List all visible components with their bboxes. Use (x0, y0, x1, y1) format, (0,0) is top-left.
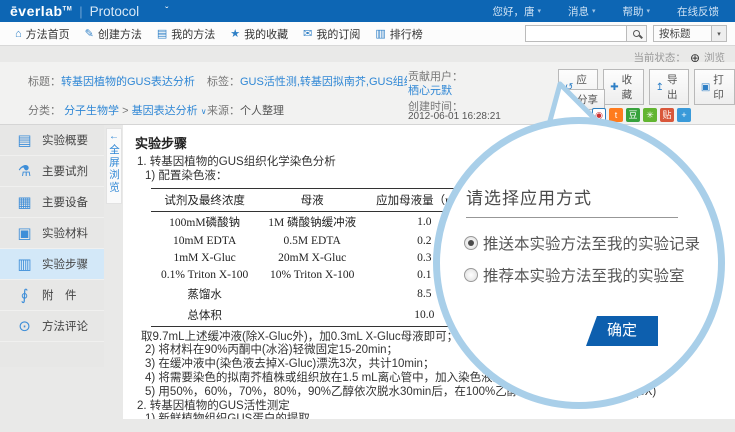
option-push-to-records[interactable]: 推送本实验方法至我的实验记录 (464, 232, 700, 254)
equipment-icon: ▦ (16, 193, 33, 211)
source-value: 个人整理 (240, 105, 284, 117)
table-row: 总体积10.0 (151, 305, 483, 327)
sidebar-item-steps[interactable]: ▥实验步骤 (0, 249, 104, 280)
category-main-link[interactable]: 分子生物学 (64, 105, 119, 117)
export-icon: ↥ (656, 82, 664, 93)
sidebar: ▤实验概要 ⚗主要试剂 ▦主要设备 ▣实验材料 ▥实验步骤 ∮附 件 ⊙方法评论 (0, 125, 104, 367)
share-douban-icon[interactable]: 豆 (626, 108, 640, 122)
table-row: 100mM磷酸钠1M 磷酸钠缓冲液1.0 (151, 211, 483, 233)
category-sub-link[interactable]: 基因表达分析 (132, 105, 198, 117)
nav-ranking[interactable]: ▥排行榜 (375, 26, 422, 42)
clipboard-icon: ▥ (16, 255, 33, 273)
dialog-title: 请选择应用方式 (466, 184, 592, 209)
share-tieba-icon[interactable]: 贴 (660, 108, 674, 122)
search-box (525, 25, 647, 42)
messages-menu[interactable]: 消息▾ (568, 4, 596, 19)
method-title-link[interactable]: 转基因植物的GUS表达分析 (61, 76, 195, 88)
print-icon: ▣ (701, 82, 710, 93)
created-timestamp: 2012-06-01 16:28:21 (408, 111, 501, 122)
step-line: 1) 新鲜植物组织GUS蛋白的提取 (145, 413, 735, 419)
title-label: 标题： (28, 76, 61, 88)
top-links: 您好，唐▾ 消息▾ 帮助▾ 在线反馈 (492, 4, 735, 19)
comment-icon: ⊙ (16, 317, 33, 335)
top-bar: ēverlabTM | Protocol ˇ 您好，唐▾ 消息▾ 帮助▾ 在线反… (0, 0, 735, 22)
tags-label: 标签： (207, 76, 240, 88)
flask-icon: ⚗ (16, 162, 33, 180)
share-weibo-icon[interactable]: ✳ (643, 108, 657, 122)
radio-unselected-icon[interactable] (464, 268, 478, 282)
nav-create-method[interactable]: ✎创建方法 (85, 26, 142, 42)
user-menu[interactable]: 您好，唐▾ (492, 4, 541, 19)
paperclip-icon: ∮ (16, 286, 33, 304)
dialog-divider (466, 217, 678, 218)
trademark: TM (63, 6, 73, 12)
nav-bar: ⌂方法首页 ✎创建方法 ▤我的方法 ★我的收藏 ✉我的订阅 ▥排行榜 按标题 ▾ (0, 22, 735, 46)
edit-icon: ✎ (85, 27, 94, 40)
nav-method-home[interactable]: ⌂方法首页 (15, 26, 70, 42)
source-label: 来源： (207, 105, 240, 117)
sidebar-item-overview[interactable]: ▤实验概要 (0, 125, 104, 156)
table-header-row: 试剂及最终浓度 母液 应加母液量（mL） (151, 188, 483, 211)
favorite-icon: ✚ (610, 82, 618, 93)
help-menu[interactable]: 帮助▾ (622, 4, 650, 19)
table-row: 蒸馏水8.5 (151, 284, 483, 305)
box-icon: ▣ (16, 224, 33, 242)
chevron-down-icon[interactable]: ∨ (201, 107, 207, 116)
sidebar-item-materials[interactable]: ▣实验材料 (0, 218, 104, 249)
favorite-button[interactable]: ✚收藏 (603, 69, 643, 105)
sidebar-item-reagents[interactable]: ⚗主要试剂 (0, 156, 104, 187)
sidebar-item-comments[interactable]: ⊙方法评论 (0, 311, 104, 342)
export-button[interactable]: ↥导出 (649, 69, 689, 105)
sidebar-item-attachments[interactable]: ∮附 件 (0, 280, 104, 311)
page: ēverlabTM | Protocol ˇ 您好，唐▾ 消息▾ 帮助▾ 在线反… (0, 0, 735, 432)
bar-chart-icon: ▥ (375, 27, 385, 40)
nav-my-methods[interactable]: ▤我的方法 (157, 26, 215, 42)
chevron-down-icon: ▾ (711, 26, 726, 41)
product-switch-caret-icon[interactable]: ˇ (165, 6, 168, 17)
method-tags[interactable]: GUS活性测,转基因拟南芥,GUS组织化.. (240, 76, 407, 88)
chevron-down-icon: ▾ (592, 7, 596, 15)
fullscreen-label: 全屏浏览 (107, 144, 122, 194)
sidebar-item-equipment[interactable]: ▦主要设备 (0, 187, 104, 218)
product-name: Protocol (90, 4, 140, 19)
apply-dialog: 请选择应用方式 推送本实验方法至我的实验记录 推荐本实验方法至我的实验室 确定 (433, 117, 725, 409)
star-icon: ★ (230, 27, 240, 40)
col-header: 试剂及最终浓度 (151, 188, 258, 211)
print-button[interactable]: ▣打印 (694, 69, 735, 105)
logo-divider: | (79, 4, 82, 19)
step-line: 2. 转基因植物的GUS活性测定 (137, 400, 735, 414)
share-more-icon[interactable]: + (677, 108, 691, 122)
chevron-down-icon: ▾ (537, 7, 541, 15)
method-header: 标题：转基因植物的GUS表达分析 标签：GUS活性测,转基因拟南芥,GUS组织化… (0, 62, 735, 125)
search-icon (633, 30, 640, 37)
category-separator: > (122, 105, 128, 117)
contributor-link[interactable]: 栖心元默 (408, 82, 452, 98)
search-input[interactable] (525, 25, 627, 42)
nav-my-subscriptions[interactable]: ✉我的订阅 (303, 26, 360, 42)
search-button[interactable] (627, 25, 647, 42)
home-icon: ⌂ (15, 28, 22, 40)
document-icon: ▤ (157, 27, 167, 40)
back-arrow-icon: ← (107, 131, 121, 142)
option-recommend-to-lab[interactable]: 推荐本实验方法至我的实验室 (464, 264, 685, 286)
brand-logo[interactable]: ēverlabTM (10, 3, 72, 19)
share-button[interactable]: ❖分享 (558, 89, 605, 110)
chevron-down-icon: ▾ (646, 7, 650, 15)
nav-my-favorites[interactable]: ★我的收藏 (230, 26, 288, 42)
share-icon: ❖ (565, 94, 574, 105)
feedback-link[interactable]: 在线反馈 (677, 4, 719, 19)
envelope-icon: ✉ (303, 27, 312, 40)
document-icon: ▤ (16, 131, 33, 149)
col-header: 母液 (258, 188, 366, 211)
radio-selected-icon[interactable] (464, 236, 478, 250)
fullscreen-toggle[interactable]: ← 全屏浏览 (106, 128, 122, 204)
search-filter-select[interactable]: 按标题 ▾ (653, 25, 727, 42)
category-label: 分类： (28, 105, 61, 117)
confirm-button[interactable]: 确定 (586, 316, 658, 346)
